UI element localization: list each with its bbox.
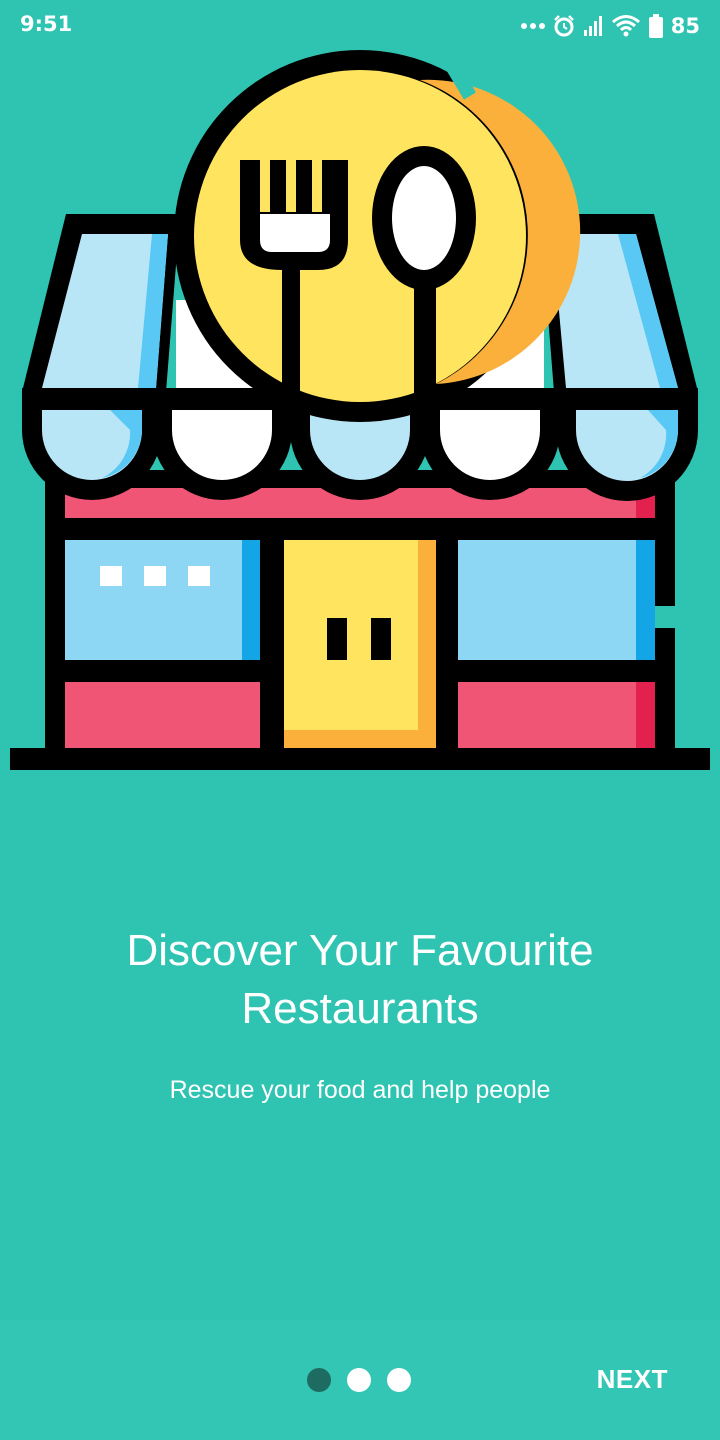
onboarding-subtitle: Rescue your food and help people [169,1076,551,1104]
title-line-1: Discover Your Favourite [126,926,594,975]
title-line-2: Restaurants [241,984,479,1033]
restaurant-storefront-icon [10,50,710,770]
status-icons: 85 [520,10,700,42]
page-indicator [307,1368,411,1392]
bottom-bar: NEXT [0,1320,720,1440]
page-dot-2[interactable] [347,1368,371,1392]
more-dots-icon [520,23,545,29]
onboarding-title: Discover Your Favourite Restaurants [60,922,660,1038]
wifi-icon [611,15,640,37]
alarm-icon [553,15,574,37]
battery-level: 85 [670,14,700,38]
status-time: 9:51 [20,12,73,36]
battery-icon [648,14,663,38]
page-dot-1[interactable] [307,1368,331,1392]
page-dot-3[interactable] [387,1368,411,1392]
next-button[interactable]: NEXT [597,1364,668,1395]
signal-icon [583,16,602,36]
